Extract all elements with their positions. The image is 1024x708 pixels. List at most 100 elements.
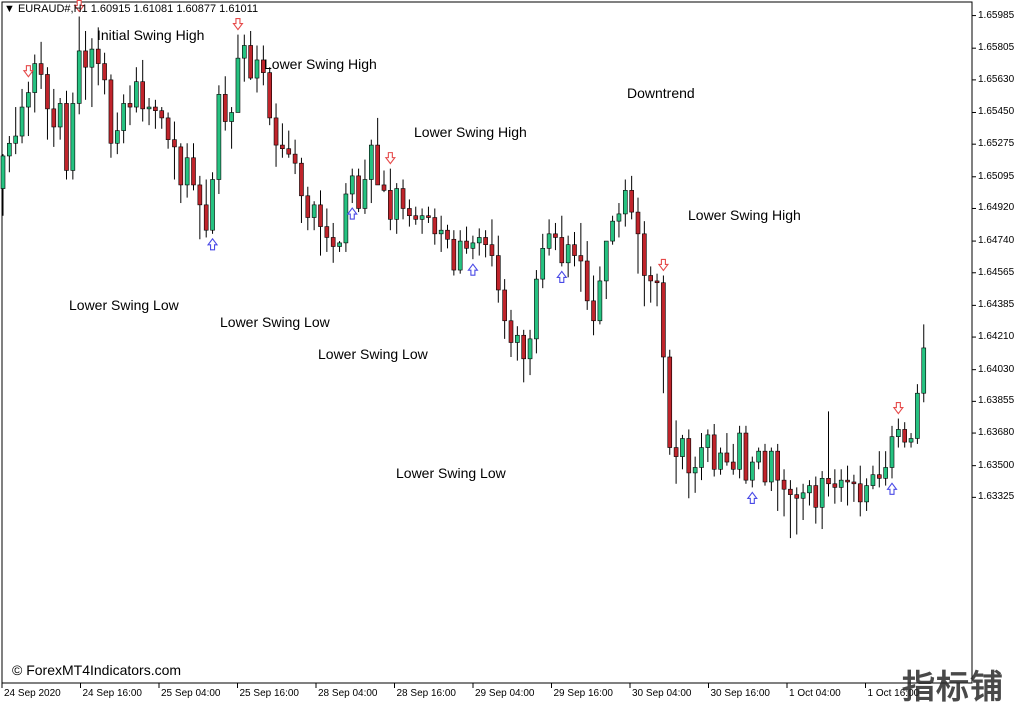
candle: [769, 447, 774, 492]
candle: [457, 230, 463, 274]
candle: [51, 88, 57, 147]
candle-body-bear: [508, 320, 514, 343]
chart-header: ▼ EURAUD#,H1 1.60915 1.61081 1.60877 1.6…: [4, 3, 258, 15]
y-tick-label: 1.64210: [978, 331, 1015, 343]
candle: [476, 228, 482, 256]
candle: [172, 121, 177, 180]
candle: [680, 434, 685, 470]
candle-body-bull: [769, 450, 774, 483]
candle: [184, 143, 190, 198]
y-tick-label: 1.64385: [978, 299, 1015, 311]
candle-body-bull: [0, 155, 6, 189]
candle: [648, 266, 654, 303]
candle: [146, 97, 152, 126]
candle-body-bull: [756, 450, 761, 463]
candle: [57, 97, 63, 140]
candle: [794, 487, 800, 535]
candle: [527, 329, 533, 376]
candle-body-bear: [711, 434, 717, 470]
candle-body-bull: [229, 112, 234, 122]
candle: [32, 54, 38, 113]
candle-body-bear: [813, 485, 819, 508]
candle: [13, 107, 18, 155]
x-tick-label: 28 Sep 16:00: [396, 688, 457, 699]
candle: [661, 275, 666, 394]
candle: [521, 329, 527, 383]
candle-body-bear: [876, 474, 882, 479]
annotation-lower-swing-low-3: Lower Swing Low: [318, 346, 428, 362]
candle-body-bull: [838, 479, 844, 488]
candle-body-bear: [305, 195, 311, 218]
candle-body-bear: [629, 190, 634, 213]
candle-body-bull: [527, 338, 533, 360]
candle: [375, 117, 380, 186]
candle: [508, 309, 514, 357]
candle: [235, 34, 241, 113]
x-tick-label: 28 Sep 04:00: [318, 688, 378, 699]
candle-body-bull: [121, 103, 126, 131]
candle-body-bull: [692, 467, 698, 474]
candle-body-bull: [915, 392, 920, 439]
candle: [76, 16, 82, 115]
candle-body-bull: [254, 59, 260, 79]
candle: [819, 471, 825, 530]
candle-body-bear: [553, 233, 558, 238]
candle-body-bull: [419, 215, 425, 220]
candle-body-bear: [159, 110, 165, 119]
candle-body-bear: [222, 94, 228, 122]
candle: [45, 67, 50, 140]
candle: [654, 273, 660, 307]
candle: [553, 222, 558, 251]
candle-body-bear: [191, 157, 196, 186]
symbol-line: EURAUD#,H1 1.60915 1.61081 1.60877 1.610…: [17, 3, 259, 15]
candle: [83, 30, 88, 100]
candle-body-bull: [534, 278, 539, 340]
y-tick-label: 1.63325: [978, 491, 1015, 503]
candle-body-bull: [70, 103, 76, 171]
candle: [115, 112, 120, 155]
swing-low-arrow: [206, 237, 219, 251]
candle-body-bear: [686, 438, 692, 474]
candle-body-bull: [889, 436, 895, 468]
candle-body-bear: [673, 447, 679, 457]
candle-body-bull: [7, 142, 12, 157]
candle-body-bear: [330, 237, 336, 247]
candle: [432, 208, 438, 245]
candle-body-bull: [13, 135, 18, 144]
candle: [470, 235, 476, 260]
candle: [388, 168, 393, 231]
candle: [578, 222, 584, 292]
x-tick-label: 24 Sep 16:00: [82, 688, 143, 699]
triangle-down-icon[interactable]: ▼: [4, 3, 15, 15]
candle: [864, 478, 869, 511]
candle: [838, 469, 844, 502]
annotation-lower-swing-high-1: Lower Swing High: [264, 56, 377, 72]
candle: [165, 112, 171, 149]
candle: [108, 74, 114, 158]
candle-body-bull: [896, 429, 901, 437]
y-tick-label: 1.65275: [978, 138, 1015, 150]
candle-body-bull: [737, 432, 742, 470]
candle-body-bull: [749, 461, 755, 481]
candle: [64, 90, 69, 180]
candle: [337, 241, 342, 252]
candle: [616, 203, 622, 238]
candle-body-bear: [902, 429, 908, 443]
candle: [908, 433, 914, 448]
candle: [324, 208, 330, 252]
candle-body-bear: [292, 153, 298, 164]
candle: [610, 215, 615, 245]
candle-body-bull: [19, 106, 25, 137]
candle: [546, 219, 552, 256]
candle-body-bull: [622, 190, 628, 215]
candle: [248, 30, 253, 80]
candle: [407, 199, 412, 227]
x-tick-label: 29 Sep 16:00: [553, 688, 614, 699]
y-axis-tick-marks: [972, 15, 976, 498]
candle: [70, 92, 76, 180]
candle: [292, 139, 298, 175]
candle: [730, 443, 736, 475]
candle: [134, 67, 139, 113]
candle-body-bull: [616, 213, 622, 222]
candle-body-bear: [280, 144, 285, 150]
